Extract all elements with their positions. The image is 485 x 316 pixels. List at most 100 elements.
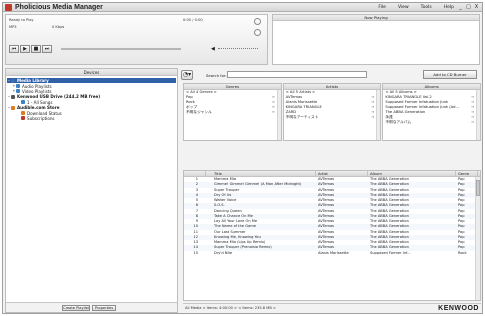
artists-item-label: KINGARA TRIANGLE: [285, 105, 322, 109]
col-album[interactable]: Album: [368, 171, 456, 176]
albums-item-label: Supposed Former Infatuation Junk: [385, 100, 449, 104]
folder-icon: [21, 100, 25, 105]
artists-pane: Artists < All 5 Artists > AVTemas ⇒ Alanis …: [282, 83, 382, 141]
col-title[interactable]: Title: [206, 171, 316, 176]
genres-scrollbar[interactable]: [276, 90, 281, 140]
brand-logo: KENWOOD: [438, 305, 479, 312]
tree-item[interactable]: Subscriptions: [7, 116, 176, 121]
col-number[interactable]: [184, 171, 206, 176]
track-scrollbar[interactable]: [475, 177, 480, 300]
genres-item-label: Pop: [186, 95, 193, 99]
devices-header: Devices: [6, 69, 177, 76]
player-bitrate: 0 Kbps: [52, 25, 65, 29]
previous-button[interactable]: ⏮: [9, 45, 19, 53]
tree-item-label: 1 - All Songs: [27, 99, 53, 105]
col-artist[interactable]: Artist: [316, 171, 368, 176]
menu-bar: File View Tools Help: [378, 3, 454, 12]
genres-item-label: 不明なジャンル: [186, 110, 212, 114]
albums-item[interactable]: 不明なアルバム ⇒: [383, 120, 480, 125]
menu-help[interactable]: Help: [444, 3, 454, 12]
tree-item-label: Subscriptions: [27, 115, 55, 121]
volume-icon: ◀: [211, 46, 215, 52]
artists-scrollbar[interactable]: [376, 90, 381, 140]
main-window: Pholicious Media Manager File View Tools…: [2, 2, 483, 314]
add-to-cd-button[interactable]: Add to CD Burner: [423, 70, 477, 79]
track-album: Supposed Former Inf...: [370, 250, 411, 255]
device-tree: - Media Library + Audio Playlists + Video Pla…: [6, 76, 177, 123]
genres-item-label: < All 4 Genres >: [186, 90, 217, 94]
folder-icon: [16, 84, 20, 89]
search-icon[interactable]: ◔▾: [181, 70, 193, 80]
play-button[interactable]: ▶: [20, 45, 30, 53]
tree-item-label: Media Library: [17, 78, 49, 84]
tree-item-label: Video Playlists: [22, 88, 52, 94]
albums-pane: Albums < All 5 Albums > KINGARA TRIANGLE …: [382, 83, 482, 141]
player-knob-bottom[interactable]: [254, 29, 261, 36]
albums-item-label: 不明なアルバム: [385, 120, 412, 124]
title-bar: Pholicious Media Manager File View Tools…: [3, 3, 482, 12]
devices-panel: Devices - Media Library + Audio Playlists + V…: [5, 68, 178, 313]
minimize-button[interactable]: _: [457, 4, 464, 11]
player-time: 0:00 / 0:00: [183, 18, 203, 22]
artists-item-label: 不明なアーティスト: [285, 115, 319, 119]
track-list: Title Artist Album Genre 1 Mamma Mia AVTem…: [183, 170, 481, 301]
app-title: Pholicious Media Manager: [15, 4, 103, 11]
player-knob-top[interactable]: [254, 18, 261, 25]
now-playing-header: Now Playing: [273, 15, 479, 21]
menu-tools[interactable]: Tools: [421, 3, 432, 12]
library-panel: ◔▾ Search for: Add to CD Burner Genres <…: [181, 68, 482, 313]
status-bar: All Media < Items: 4:00:00 > < Items: 23…: [183, 303, 481, 312]
artists-item[interactable]: 不明なアーティスト ⇒: [284, 115, 381, 120]
tree-item-label: Kenwood USB Drive (244.2 MB free): [17, 94, 101, 100]
table-row[interactable]: 15 Dry'd Nite Alanis Morissette Supposed Fo…: [184, 251, 480, 256]
artists-item-label: Alanis Morissette: [285, 100, 318, 104]
genres-pane: Genres < All 4 Genres > Pop ⇒ Rock ⇒ ポップ ⇒ 不明なジ…: [183, 83, 282, 141]
albums-item-label: < All 5 Albums >: [385, 90, 417, 94]
player-format: MP3: [9, 25, 17, 29]
next-button[interactable]: ⏭: [42, 45, 52, 53]
artists-item-label: < All 5 Artists >: [285, 90, 316, 94]
browser-panes: Genres < All 4 Genres > Pop ⇒ Rock ⇒ ポップ ⇒ 不明なジ…: [183, 83, 482, 141]
genres-item[interactable]: 不明なジャンル ⇒: [184, 110, 281, 115]
now-playing-panel: Now Playing: [272, 14, 480, 65]
properties-button[interactable]: Properties: [92, 305, 116, 311]
menu-view[interactable]: View: [398, 3, 409, 12]
volume-slider[interactable]: [218, 48, 258, 50]
col-genre[interactable]: Genre: [456, 171, 478, 176]
albums-scrollbar[interactable]: [476, 90, 481, 140]
artists-item-label: ZARD: [285, 110, 297, 114]
transport-controls: ⏮ ▶ ■ ⏭: [9, 45, 52, 53]
menu-file[interactable]: File: [378, 3, 386, 12]
folder-icon: [11, 105, 15, 110]
track-title: Dry'd Nite: [214, 250, 233, 255]
close-button[interactable]: X: [473, 4, 480, 11]
folder-icon: [11, 94, 15, 99]
maximize-button[interactable]: □: [465, 4, 472, 11]
seek-bar[interactable]: [61, 48, 181, 50]
albums-item-label: 永遠: [385, 115, 393, 119]
folder-icon: [11, 78, 15, 83]
devices-footer: Create Playlist Properties: [6, 302, 177, 312]
track-number: 15: [193, 250, 198, 255]
folder-icon: [21, 111, 25, 116]
player-status: Ready to Play: [9, 18, 34, 22]
tree-item-label: Audible.com Store: [17, 105, 60, 111]
albums-item-label: Supposed Former Infatuation Junk (Ad...: [385, 105, 459, 109]
folder-icon: [16, 89, 20, 94]
arrow-icon: ⇒: [371, 115, 375, 119]
create-playlist-button[interactable]: Create Playlist: [62, 305, 90, 311]
search-label: Search for:: [206, 73, 227, 78]
search-input[interactable]: [227, 71, 367, 78]
stop-button[interactable]: ■: [31, 45, 41, 53]
albums-item-label: KINGARA TRIANGLE Vol.2: [385, 95, 432, 99]
tree-item-label: Audio Playlists: [22, 83, 52, 89]
track-scrollbar-thumb[interactable]: [476, 180, 480, 196]
player-panel: Ready to Play MP3 0 Kbps 0:00 / 0:00 ⏮ ▶…: [5, 14, 268, 65]
arrow-icon: ⇒: [271, 110, 275, 114]
app-icon: [5, 4, 12, 11]
folder-icon: [21, 116, 25, 121]
track-artist: Alanis Morissette: [318, 250, 349, 255]
search-bar: ◔▾ Search for: Add to CD Burner: [181, 68, 481, 82]
genres-item-label: ポップ: [186, 105, 198, 109]
status-text: All Media < Items: 4:00:00 > < Items: 23…: [185, 306, 276, 310]
